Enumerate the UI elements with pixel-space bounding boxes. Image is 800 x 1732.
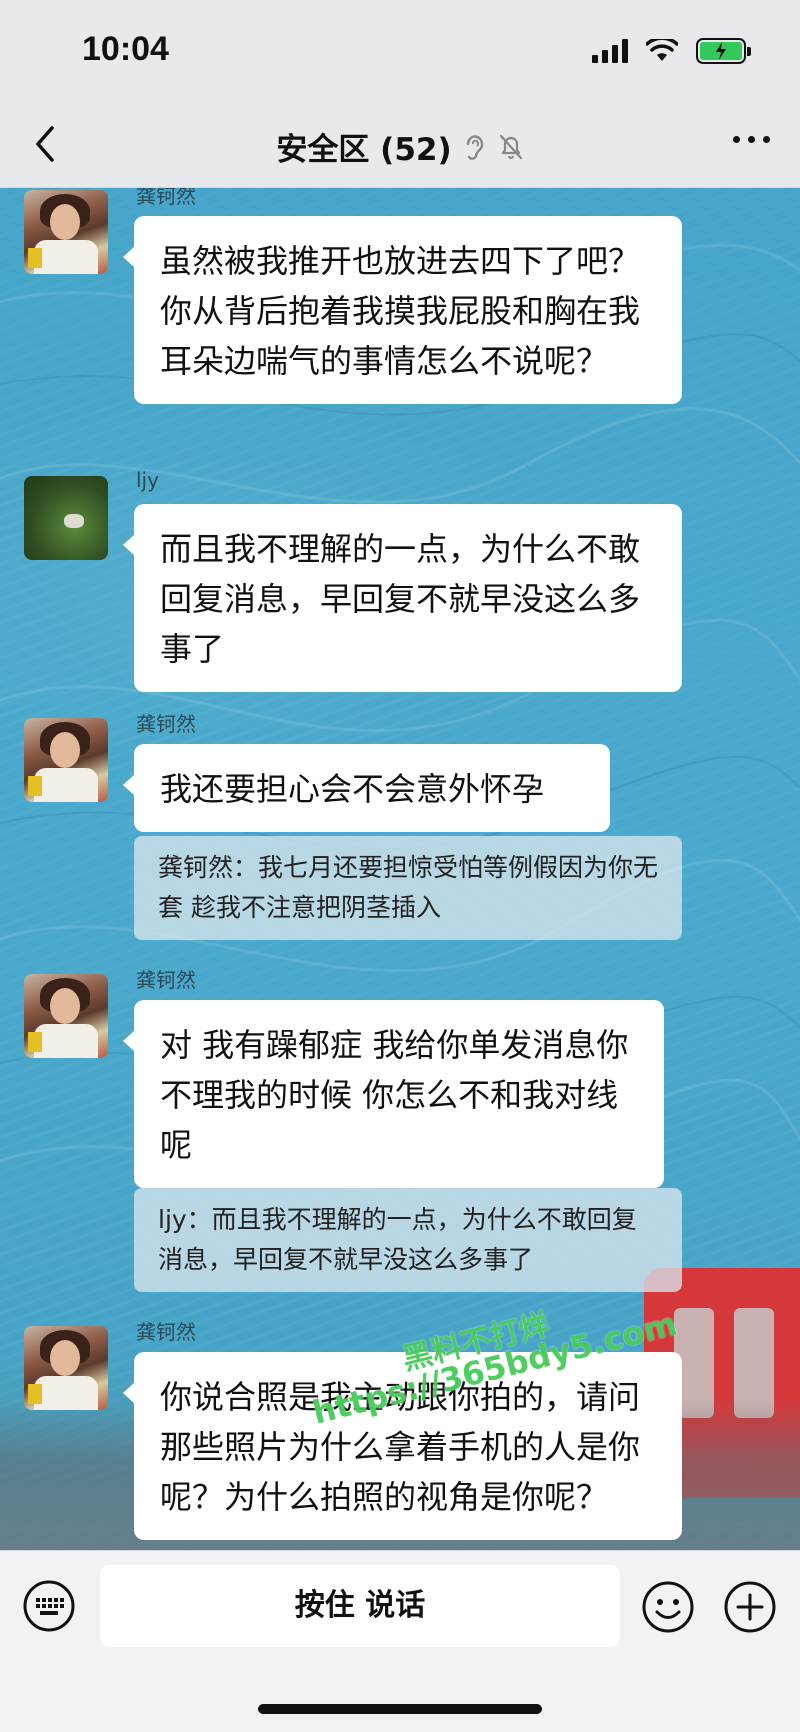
keyboard-icon[interactable] — [22, 1579, 76, 1633]
avatar[interactable] — [24, 476, 108, 560]
hold-to-talk-button[interactable]: 按住 说话 — [100, 1565, 620, 1647]
avatar[interactable] — [24, 1326, 108, 1410]
message-bubble[interactable]: 你说合照是我主动跟你拍的，请问那些照片为什么拿着手机的人是你呢？为什么拍照的视角… — [123, 1352, 682, 1540]
mute-bell-icon — [499, 134, 522, 159]
sender-name: 龚钶然 — [136, 188, 196, 208]
wifi-icon — [646, 39, 678, 61]
chat-title: 安全区 (52) — [276, 132, 452, 168]
sender-name: 龚钶然 — [136, 712, 196, 736]
chat-area[interactable]: 龚钶然 虽然被我推开也放进去四下了吧？你从背后抱着我摸我屁股和胸在我耳朵边喘气的… — [0, 188, 800, 1550]
battery-icon — [696, 38, 751, 64]
avatar[interactable] — [24, 718, 108, 802]
nav-title-group: 安全区 (52) — [0, 124, 800, 169]
sender-name: 龚钶然 — [136, 1320, 196, 1344]
home-indicator — [258, 1704, 542, 1714]
status-bar: 10:04 — [0, 0, 800, 100]
quoted-message[interactable]: 龚钶然：我七月还要担惊受怕等例假因为你无套 趁我不注意把阴茎插入 — [134, 836, 682, 940]
sender-name: 龚钶然 — [136, 968, 196, 992]
status-icons — [592, 38, 751, 64]
message-bubble[interactable]: 而且我不理解的一点，为什么不敢回复消息，早回复不就早没这么多事了 — [123, 504, 682, 692]
ear-icon — [466, 134, 483, 160]
avatar[interactable] — [24, 974, 108, 1058]
avatar[interactable] — [24, 190, 108, 274]
quoted-message[interactable]: ljy：而且我不理解的一点，为什么不敢回复消息，早回复不就早没这么多事了 — [134, 1188, 682, 1292]
message-bubble[interactable]: 我还要担心会不会意外怀孕 — [123, 744, 610, 832]
nav-bar: 安全区 (52) — [0, 100, 800, 188]
more-options-button[interactable] — [733, 136, 770, 143]
sender-name: ljy — [136, 468, 159, 492]
message-bubble[interactable]: 虽然被我推开也放进去四下了吧？你从背后抱着我摸我屁股和胸在我耳朵边喘气的事情怎么… — [123, 216, 682, 404]
emoji-icon[interactable] — [640, 1579, 696, 1635]
plus-icon[interactable] — [722, 1579, 778, 1635]
status-time: 10:04 — [82, 30, 169, 68]
message-bubble[interactable]: 对 我有躁郁症 我给你单发消息你不理我的时候 你怎么不和我对线呢 — [123, 1000, 664, 1188]
signal-icon — [592, 39, 628, 63]
